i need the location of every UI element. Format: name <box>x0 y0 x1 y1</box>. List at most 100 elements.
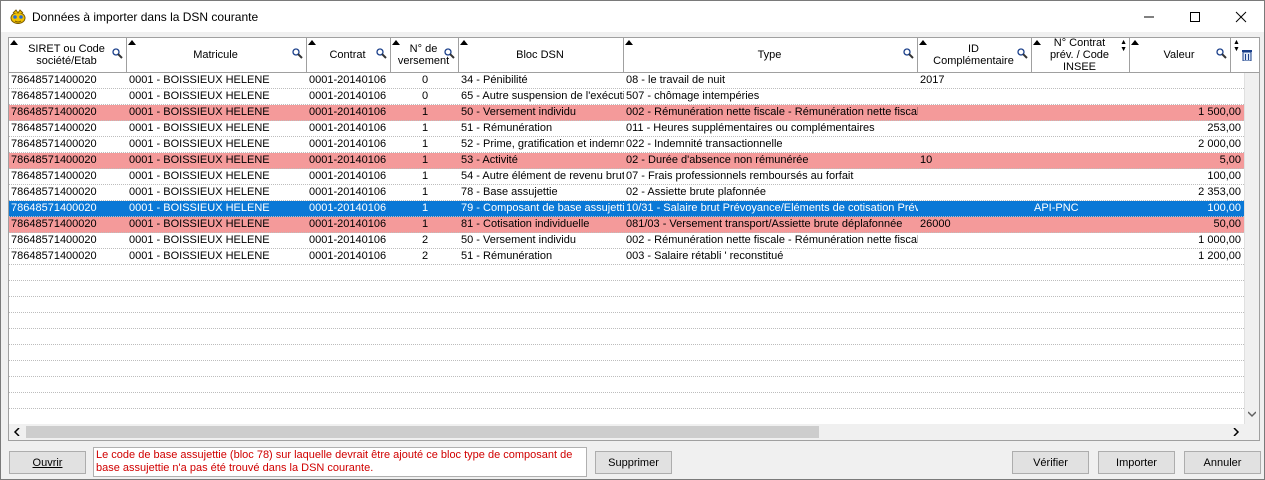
close-button[interactable] <box>1218 1 1264 32</box>
cell-siret[interactable]: 78648571400020 <box>9 89 127 104</box>
cell-contrat-prev[interactable] <box>1032 89 1130 104</box>
column-header-contrat[interactable]: Contrat <box>307 38 391 72</box>
sort-icon[interactable] <box>308 40 316 45</box>
table-row[interactable]: 78648571400020 0001 - BOISSIEUX HELENE 000… <box>9 121 1244 137</box>
cell-contrat-prev[interactable] <box>1032 153 1130 168</box>
table-row[interactable]: 78648571400020 0001 - BOISSIEUX HELENE 000… <box>9 169 1244 185</box>
sort-icon[interactable] <box>919 40 927 45</box>
cell-versement[interactable]: 1 <box>391 153 459 168</box>
cell-valeur[interactable] <box>1130 73 1244 88</box>
grid-body[interactable]: 78648571400020 0001 - BOISSIEUX HELENE 000… <box>9 73 1244 425</box>
cell-siret[interactable]: 78648571400020 <box>9 185 127 200</box>
cell-valeur[interactable]: 1 200,00 <box>1130 249 1244 264</box>
scroll-thumb[interactable] <box>26 426 819 438</box>
sort-both-icon[interactable]: ▲ ▼ <box>1120 39 1127 53</box>
column-header-bloc[interactable]: Bloc DSN <box>459 38 624 72</box>
cell-siret[interactable]: 78648571400020 <box>9 121 127 136</box>
search-icon[interactable] <box>1017 48 1028 59</box>
sort-icon[interactable] <box>1033 40 1041 45</box>
column-header-id-complementaire[interactable]: ID Complémentaire <box>918 38 1032 72</box>
cell-siret[interactable]: 78648571400020 <box>9 169 127 184</box>
cell-versement[interactable]: 0 <box>391 89 459 104</box>
search-icon[interactable] <box>376 48 387 59</box>
cell-versement[interactable]: 1 <box>391 217 459 232</box>
cell-contrat-prev[interactable] <box>1032 105 1130 120</box>
search-icon[interactable] <box>1216 48 1227 59</box>
table-row[interactable]: 78648571400020 0001 - BOISSIEUX HELENE 000… <box>9 89 1244 105</box>
table-row[interactable]: 78648571400020 0001 - BOISSIEUX HELENE 000… <box>9 249 1244 265</box>
cell-contrat[interactable]: 0001-20140106 <box>307 105 391 120</box>
cell-bloc[interactable]: 50 - Versement individu <box>459 233 624 248</box>
cell-id-comp[interactable]: 2017 <box>918 73 1032 88</box>
cell-contrat[interactable]: 0001-20140106 <box>307 153 391 168</box>
cell-bloc[interactable]: 50 - Versement individu <box>459 105 624 120</box>
cell-versement[interactable]: 2 <box>391 249 459 264</box>
column-header-contrat-prev[interactable]: N° Contrat prév. / Code INSEE ▲ ▼ <box>1032 38 1130 73</box>
cell-versement[interactable]: 0 <box>391 73 459 88</box>
column-chooser-icon[interactable] <box>1242 50 1252 61</box>
column-header-siret[interactable]: SIRET ou Code société/Etab <box>9 38 127 72</box>
cell-type[interactable]: 003 - Salaire rétabli ' reconstitué <box>624 249 918 264</box>
cell-valeur[interactable]: 253,00 <box>1130 121 1244 136</box>
table-row[interactable]: 78648571400020 0001 - BOISSIEUX HELENE 000… <box>9 73 1244 89</box>
cell-contrat-prev[interactable] <box>1032 121 1130 136</box>
cell-id-comp[interactable] <box>918 89 1032 104</box>
cell-id-comp[interactable] <box>918 201 1032 216</box>
sort-icon[interactable] <box>128 40 136 45</box>
cell-matricule[interactable]: 0001 - BOISSIEUX HELENE <box>127 185 307 200</box>
column-header-matricule[interactable]: Matricule <box>127 38 307 72</box>
cell-valeur[interactable]: 2 000,00 <box>1130 137 1244 152</box>
cell-id-comp[interactable] <box>918 185 1032 200</box>
cell-type[interactable]: 011 - Heures supplémentaires ou compléme… <box>624 121 918 136</box>
column-header-versement[interactable]: N° de versement <box>391 38 459 72</box>
cell-valeur[interactable]: 100,00 <box>1130 201 1244 216</box>
maximize-button[interactable] <box>1172 1 1218 32</box>
cell-bloc[interactable]: 54 - Autre élément de revenu brut <box>459 169 624 184</box>
cell-valeur[interactable]: 1 500,00 <box>1130 105 1244 120</box>
cell-type[interactable]: 02 - Durée d'absence non rémunérée <box>624 153 918 168</box>
vertical-scrollbar[interactable] <box>1244 73 1259 424</box>
sort-icon[interactable] <box>10 40 18 45</box>
cell-siret[interactable]: 78648571400020 <box>9 105 127 120</box>
sort-icon[interactable] <box>460 40 468 45</box>
cell-contrat[interactable]: 0001-20140106 <box>307 217 391 232</box>
cell-contrat[interactable]: 0001-20140106 <box>307 89 391 104</box>
cell-contrat-prev[interactable]: API-PNC <box>1032 201 1130 216</box>
cell-type[interactable]: 002 - Rémunération nette fiscale - Rémun… <box>624 105 918 120</box>
cell-type[interactable]: 10/31 - Salaire brut Prévoyance/Eléments… <box>624 201 918 216</box>
cell-matricule[interactable]: 0001 - BOISSIEUX HELENE <box>127 105 307 120</box>
cell-versement[interactable]: 1 <box>391 137 459 152</box>
cell-contrat-prev[interactable] <box>1032 217 1130 232</box>
cell-type[interactable]: 002 - Rémunération nette fiscale - Rémun… <box>624 233 918 248</box>
cell-contrat[interactable]: 0001-20140106 <box>307 249 391 264</box>
scroll-left-icon[interactable] <box>13 428 21 436</box>
cell-matricule[interactable]: 0001 - BOISSIEUX HELENE <box>127 249 307 264</box>
table-row[interactable]: 78648571400020 0001 - BOISSIEUX HELENE 000… <box>9 201 1244 217</box>
ouvrir-button[interactable]: Ouvrir <box>9 451 86 474</box>
cell-contrat[interactable]: 0001-20140106 <box>307 121 391 136</box>
sort-both-icon[interactable]: ▲ ▼ <box>1233 39 1240 53</box>
cell-id-comp[interactable] <box>918 249 1032 264</box>
cell-matricule[interactable]: 0001 - BOISSIEUX HELENE <box>127 201 307 216</box>
cell-matricule[interactable]: 0001 - BOISSIEUX HELENE <box>127 137 307 152</box>
cell-bloc[interactable]: 79 - Composant de base assujettie <box>459 201 624 216</box>
cell-contrat-prev[interactable] <box>1032 233 1130 248</box>
cell-versement[interactable]: 1 <box>391 121 459 136</box>
cell-id-comp[interactable]: 10 <box>918 153 1032 168</box>
cell-siret[interactable]: 78648571400020 <box>9 233 127 248</box>
cell-versement[interactable]: 1 <box>391 105 459 120</box>
cell-siret[interactable]: 78648571400020 <box>9 153 127 168</box>
cell-type[interactable]: 08 - le travail de nuit <box>624 73 918 88</box>
cell-contrat-prev[interactable] <box>1032 137 1130 152</box>
cell-matricule[interactable]: 0001 - BOISSIEUX HELENE <box>127 169 307 184</box>
data-grid[interactable]: SIRET ou Code société/Etab Matricule Con… <box>8 37 1260 441</box>
cell-matricule[interactable]: 0001 - BOISSIEUX HELENE <box>127 73 307 88</box>
cell-siret[interactable]: 78648571400020 <box>9 217 127 232</box>
cell-valeur[interactable]: 1 000,00 <box>1130 233 1244 248</box>
cell-valeur[interactable]: 100,00 <box>1130 169 1244 184</box>
column-header-valeur[interactable]: Valeur <box>1130 38 1231 72</box>
cell-bloc[interactable]: 65 - Autre suspension de l'exécution <box>459 89 624 104</box>
cell-bloc[interactable]: 34 - Pénibilité <box>459 73 624 88</box>
cell-matricule[interactable]: 0001 - BOISSIEUX HELENE <box>127 153 307 168</box>
cell-valeur[interactable]: 50,00 <box>1130 217 1244 232</box>
